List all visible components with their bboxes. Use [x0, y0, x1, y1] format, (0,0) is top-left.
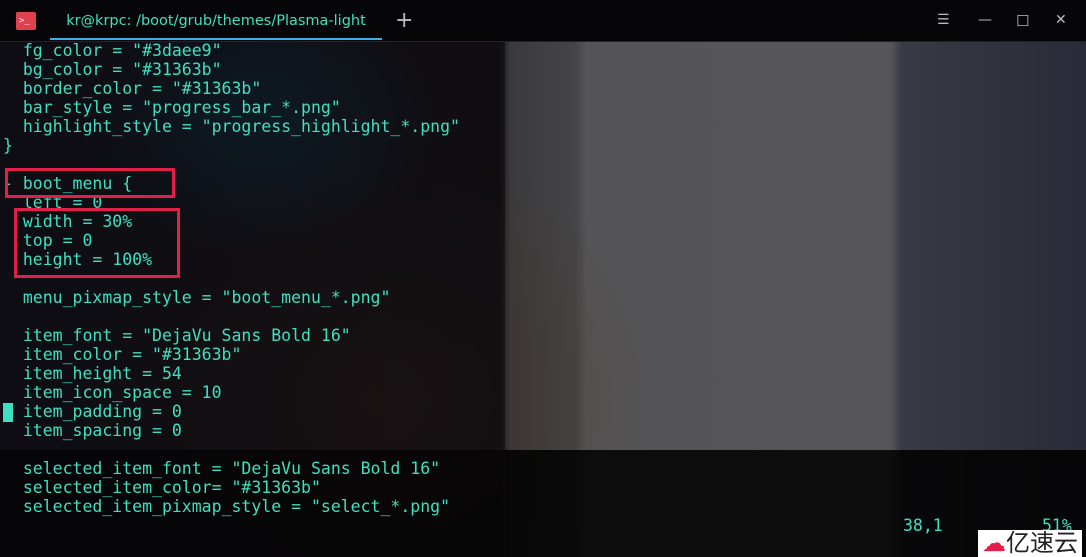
text-cursor [3, 403, 13, 422]
highlight-box-dimensions [14, 208, 180, 278]
code-line: bg_color = "#31363b" [3, 60, 222, 79]
close-button[interactable]: ✕ [1055, 12, 1067, 28]
terminal-icon: >_ [16, 12, 36, 30]
code-line: border_color = "#31363b" [3, 79, 262, 98]
cursor-position: 38,1 [903, 516, 943, 535]
code-line: bar_style = "progress_bar_*.png" [3, 98, 341, 117]
code-line: highlight_style = "progress_highlight_*.… [3, 117, 460, 136]
editor-text[interactable]: fg_color = "#3daee9" bg_color = "#31363b… [3, 41, 460, 516]
new-tab-button[interactable]: + [395, 8, 413, 33]
highlight-box-boot-menu [5, 168, 175, 198]
code-line: selected_item_color= "#31363b" [3, 478, 321, 497]
code-line: item_icon_space = 10 [3, 383, 222, 402]
maximize-button[interactable]: ☐ [1016, 12, 1029, 30]
code-line: menu_pixmap_style = "boot_menu_*.png" [3, 288, 391, 307]
code-line: selected_item_font = "DejaVu Sans Bold 1… [3, 459, 441, 478]
code-line: selected_item_pixmap_style = "select_*.p… [3, 497, 451, 516]
tab-terminal[interactable]: kr@krpc: /boot/grub/themes/Plasma-light [50, 0, 382, 40]
watermark-logo: ☁亿速云 [978, 530, 1082, 557]
code-line: item_font = "DejaVu Sans Bold 16" [3, 326, 351, 345]
minimize-button[interactable]: — [978, 12, 992, 28]
code-line: item_height = 54 [3, 364, 182, 383]
code-line: fg_color = "#3daee9" [3, 41, 222, 60]
code-line: item_padding = 0 [3, 402, 182, 421]
code-line: item_spacing = 0 [3, 421, 182, 440]
menu-icon[interactable]: ☰ [937, 12, 950, 28]
code-line: } [3, 136, 13, 155]
code-line: item_color = "#31363b" [3, 345, 242, 364]
title-bar: >_ kr@krpc: /boot/grub/themes/Plasma-lig… [0, 0, 1086, 42]
